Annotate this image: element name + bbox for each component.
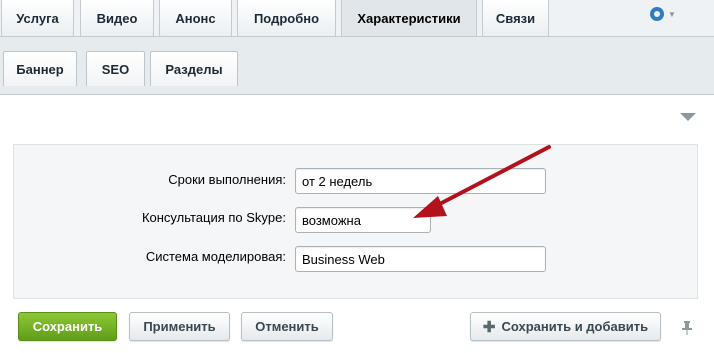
- tab-details[interactable]: Подробно: [237, 0, 336, 37]
- tab-announcement[interactable]: Анонс: [159, 0, 232, 37]
- skype-label: Консультация по Skype:: [141, 210, 286, 225]
- pin-icon[interactable]: [681, 321, 693, 335]
- deadline-input[interactable]: [295, 168, 546, 194]
- plus-icon: ✚: [482, 318, 496, 336]
- gear-icon: [650, 7, 664, 21]
- triangle-down-icon[interactable]: [680, 113, 696, 121]
- subtab-sections[interactable]: Разделы: [150, 51, 238, 86]
- tab-video[interactable]: Видео: [80, 0, 154, 37]
- save-and-add-button[interactable]: ✚ Сохранить и добавить: [470, 312, 661, 341]
- save-button[interactable]: Сохранить: [18, 312, 117, 341]
- apply-button[interactable]: Применить: [129, 312, 230, 341]
- tab-service[interactable]: Услуга: [1, 0, 74, 37]
- save-and-add-label: Сохранить и добавить: [501, 319, 649, 334]
- deadline-label: Сроки выполнения:: [168, 172, 286, 187]
- sub-tab-bar: Баннер SEO Разделы: [0, 37, 714, 95]
- cancel-button[interactable]: Отменить: [241, 312, 333, 341]
- modeling-system-input[interactable]: [295, 246, 546, 272]
- subtab-seo[interactable]: SEO: [86, 51, 145, 86]
- modeling-system-label: Система моделировая:: [145, 249, 286, 264]
- subtab-banner[interactable]: Баннер: [3, 51, 77, 86]
- tab-links[interactable]: Связи: [482, 0, 549, 37]
- caret-down-icon: ▼: [668, 9, 676, 19]
- top-tab-bar: Услуга Видео Анонс Подробно Характеристи…: [0, 0, 714, 37]
- tab-characteristics[interactable]: Характеристики: [341, 0, 477, 37]
- skype-input[interactable]: [295, 207, 431, 233]
- settings-menu-button[interactable]: ▼: [650, 5, 680, 23]
